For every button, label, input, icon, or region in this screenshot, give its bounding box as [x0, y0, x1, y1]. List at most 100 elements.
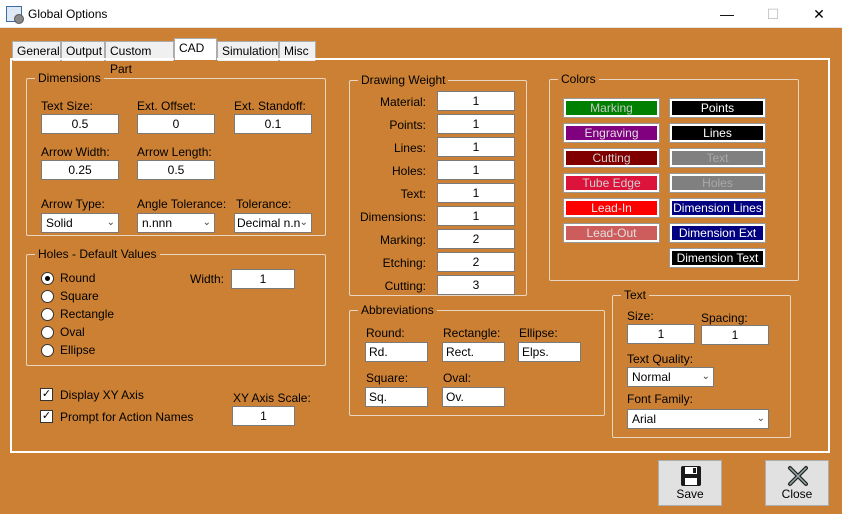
text-size-label: Text Size:	[41, 99, 94, 113]
weight-label-text: Text:	[400, 187, 426, 201]
dimensions-group: Dimensions Text Size: 0.5 Ext. Offset: 0…	[26, 71, 326, 236]
color-dimension-ext-button[interactable]: Dimension Ext	[669, 223, 766, 243]
xy-scale-input[interactable]: 1	[232, 406, 295, 426]
weight-input-points[interactable]: 1	[437, 114, 515, 134]
abbr-round-label: Round:	[366, 326, 405, 340]
prompt-names-checkbox[interactable]: ✓	[40, 410, 53, 423]
ext-offset-input[interactable]: 0	[137, 114, 215, 134]
text-quality-label: Text Quality:	[627, 352, 694, 366]
tolerance-label: Tolerance:	[236, 197, 292, 211]
weight-input-dimensions[interactable]: 1	[437, 206, 515, 226]
color-lead-in-button[interactable]: Lead-In	[563, 198, 660, 218]
drawing-weight-title: Drawing Weight	[358, 73, 449, 87]
color-cutting-button[interactable]: Cutting	[563, 148, 660, 168]
text-group-title: Text	[621, 288, 650, 302]
text-size-input[interactable]: 1	[627, 324, 695, 344]
abbr-ellipse-input[interactable]: Elps.	[518, 342, 581, 362]
hole-width-input[interactable]: 1	[231, 269, 295, 289]
radio-rectangle[interactable]	[41, 308, 54, 321]
color-lead-out-button[interactable]: Lead-Out	[563, 223, 660, 243]
color-dimension-lines-button[interactable]: Dimension Lines	[669, 198, 766, 218]
tolerance-select[interactable]: Decimal n.n ⌄	[234, 213, 312, 233]
abbr-square-label: Square:	[366, 371, 409, 385]
color-dimension-text-button[interactable]: Dimension Text	[669, 248, 766, 268]
save-button[interactable]: Save	[658, 460, 722, 506]
weight-input-cutting[interactable]: 3	[437, 275, 515, 295]
color-lines-button[interactable]: Lines	[669, 123, 766, 143]
weight-input-text[interactable]: 1	[437, 183, 515, 203]
display-xy-checkbox[interactable]: ✓	[40, 388, 53, 401]
arrow-length-input[interactable]: 0.5	[137, 160, 215, 180]
xy-scale-label: XY Axis Scale:	[233, 391, 311, 405]
abbr-round-input[interactable]: Rd.	[365, 342, 428, 362]
colors-group: Colors Marking Engraving Cutting Tube Ed…	[549, 72, 799, 281]
abbreviations-title: Abbreviations	[358, 303, 437, 317]
abbr-oval-input[interactable]: Ov.	[442, 387, 505, 407]
weight-input-material[interactable]: 1	[437, 91, 515, 111]
save-icon	[681, 466, 701, 486]
weight-label-cutting: Cutting:	[384, 279, 426, 293]
text-spacing-label: Spacing:	[701, 311, 748, 325]
text-size-input[interactable]: 0.5	[41, 114, 119, 134]
weight-label-lines: Lines:	[393, 141, 426, 155]
tab-cad[interactable]: CAD	[174, 38, 217, 60]
chevron-down-icon: ⌄	[106, 217, 115, 228]
text-quality-select[interactable]: Normal ⌄	[627, 367, 714, 387]
ext-standoff-label: Ext. Standoff:	[234, 99, 306, 113]
holes-group: Holes - Default Values Round Square Rect…	[26, 247, 326, 366]
abbr-rectangle-input[interactable]: Rect.	[442, 342, 505, 362]
weight-label-dimensions: Dimensions:	[359, 210, 426, 224]
chevron-down-icon: ⌄	[299, 217, 308, 228]
font-family-value: Arial	[632, 412, 657, 426]
weight-input-marking[interactable]: 2	[437, 229, 515, 249]
radio-ellipse-label: Ellipse	[60, 343, 96, 357]
radio-round[interactable]	[41, 272, 54, 285]
tolerance-value: Decimal n.n	[237, 216, 301, 230]
color-marking-button[interactable]: Marking	[563, 98, 660, 118]
radio-ellipse[interactable]	[41, 344, 54, 357]
radio-oval[interactable]	[41, 326, 54, 339]
title-bar: Global Options — ☐ ✕	[0, 0, 842, 28]
angle-tolerance-select[interactable]: n.nnn ⌄	[137, 213, 215, 233]
abbr-square-input[interactable]: Sq.	[365, 387, 428, 407]
dimensions-title: Dimensions	[35, 71, 104, 85]
weight-input-holes[interactable]: 1	[437, 160, 515, 180]
arrow-width-input[interactable]: 0.25	[41, 160, 119, 180]
color-holes-button[interactable]: Holes	[669, 173, 766, 193]
close-button[interactable]: Close	[765, 460, 829, 506]
color-tube-edge-button[interactable]: Tube Edge	[563, 173, 660, 193]
text-group: Text Size: 1 Spacing: 1 Text Quality: No…	[612, 288, 791, 438]
abbr-rectangle-label: Rectangle:	[443, 326, 501, 340]
weight-label-points: Points:	[389, 118, 426, 132]
abbr-oval-label: Oval:	[443, 371, 472, 385]
colors-title: Colors	[558, 72, 599, 86]
font-family-select[interactable]: Arial ⌄	[627, 409, 769, 429]
color-text-button[interactable]: Text	[669, 148, 766, 168]
radio-square[interactable]	[41, 290, 54, 303]
weight-input-etching[interactable]: 2	[437, 252, 515, 272]
weight-input-lines[interactable]: 1	[437, 137, 515, 157]
minimize-button[interactable]: —	[704, 0, 750, 28]
text-spacing-input[interactable]: 1	[701, 325, 769, 345]
arrow-width-label: Arrow Width:	[41, 145, 110, 159]
arrow-type-select[interactable]: Solid ⌄	[41, 213, 119, 233]
ext-standoff-input[interactable]: 0.1	[234, 114, 312, 134]
prompt-names-label: Prompt for Action Names	[60, 410, 194, 424]
weight-label-holes: Holes:	[391, 164, 426, 178]
save-button-label: Save	[676, 487, 704, 501]
color-points-button[interactable]: Points	[669, 98, 766, 118]
chevron-down-icon: ⌄	[756, 413, 765, 424]
weight-label-material: Material:	[379, 95, 426, 109]
drawing-weight-group: Drawing Weight Material: 1 Points: 1 Lin…	[349, 73, 527, 296]
color-engraving-button[interactable]: Engraving	[563, 123, 660, 143]
chevron-down-icon: ⌄	[701, 371, 710, 382]
weight-label-marking: Marking:	[379, 233, 426, 247]
weight-label-etching: Etching:	[382, 256, 426, 270]
radio-round-label: Round	[60, 271, 96, 285]
ext-offset-label: Ext. Offset:	[137, 99, 197, 113]
text-size-label: Size:	[627, 309, 654, 323]
close-window-button[interactable]: ✕	[796, 0, 842, 28]
maximize-button[interactable]: ☐	[750, 0, 796, 28]
cad-panel: Dimensions Text Size: 0.5 Ext. Offset: 0…	[10, 58, 830, 453]
arrow-type-value: Solid	[46, 216, 73, 230]
